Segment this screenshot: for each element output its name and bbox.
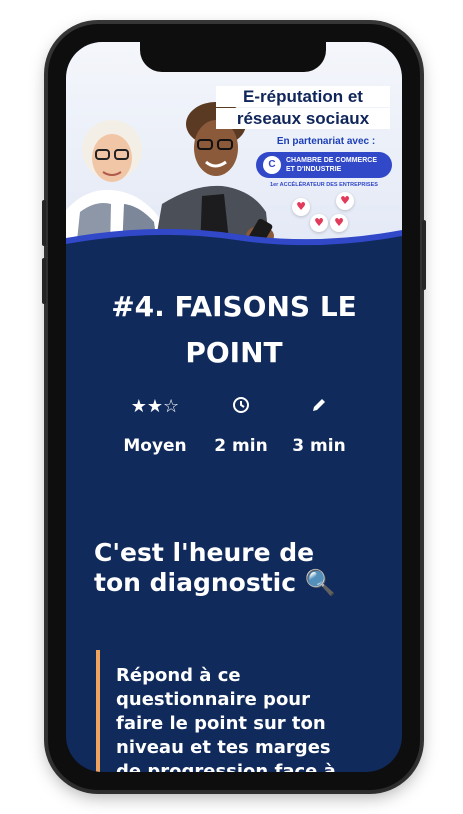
instruction-quote: Répond à ce questionnaire pour faire le po… <box>96 650 400 772</box>
lesson-title: #4. FAISONS LE POINT <box>66 284 402 376</box>
banner-title-line1: E-réputation et <box>216 86 390 107</box>
instruction-text-line: questionnaire pour <box>116 689 311 710</box>
heart-reaction-icon: ♥ <box>292 198 310 216</box>
difficulty-stars-icon: ★★☆ <box>130 396 180 417</box>
lesson-title-line1: #4. FAISONS LE <box>111 290 357 323</box>
heart-reaction-icon: ♥ <box>336 192 354 210</box>
cci-name-line2: ET D'INDUSTRIE <box>286 166 342 173</box>
phone-side-button-right <box>422 220 426 290</box>
exercise-time-label: 3 min <box>292 436 346 456</box>
instruction-text-line: niveau et tes marges <box>116 737 331 758</box>
instruction-text-line: Répond à ce <box>116 665 241 686</box>
instruction-text-line: de progression face à <box>116 761 336 772</box>
difficulty-label: Moyen <box>123 436 187 456</box>
cci-name-line1: CHAMBRE DE COMMERCE <box>286 157 377 164</box>
section-heading: C'est l'heure de ton diagnostic 🔍 <box>94 538 394 598</box>
instruction-text: Répond à ce questionnaire pour faire le po… <box>116 664 356 772</box>
course-banner: E-réputation et réseaux sociaux En parte… <box>66 42 402 250</box>
pencil-icon <box>284 396 354 419</box>
read-time-label: 2 min <box>214 436 268 456</box>
phone-side-button-left-2 <box>42 258 46 304</box>
cci-logo: C <box>263 156 281 174</box>
phone-notch <box>140 40 326 72</box>
cci-badge: C CHAMBRE DE COMMERCE ET D'INDUSTRIE <box>256 152 392 178</box>
section-heading-line2: ton diagnostic 🔍 <box>94 568 336 597</box>
banner-title-line2: réseaux sociaux <box>216 108 390 129</box>
clock-icon <box>206 396 276 419</box>
phone-side-button-left-1 <box>42 200 46 246</box>
banner-wave <box>66 228 402 250</box>
cci-name: CHAMBRE DE COMMERCE ET D'INDUSTRIE <box>286 156 377 174</box>
partner-label: En partenariat avec : <box>276 136 376 147</box>
section-heading-line1: C'est l'heure de <box>94 538 315 567</box>
instruction-text-line: faire le point sur ton <box>116 713 326 734</box>
accelerator-label: 1er ACCÉLÉRATEUR DES ENTREPRISES <box>270 182 378 188</box>
phone-screen[interactable]: E-réputation et réseaux sociaux En parte… <box>66 42 402 772</box>
lesson-title-line2: POINT <box>185 336 283 369</box>
